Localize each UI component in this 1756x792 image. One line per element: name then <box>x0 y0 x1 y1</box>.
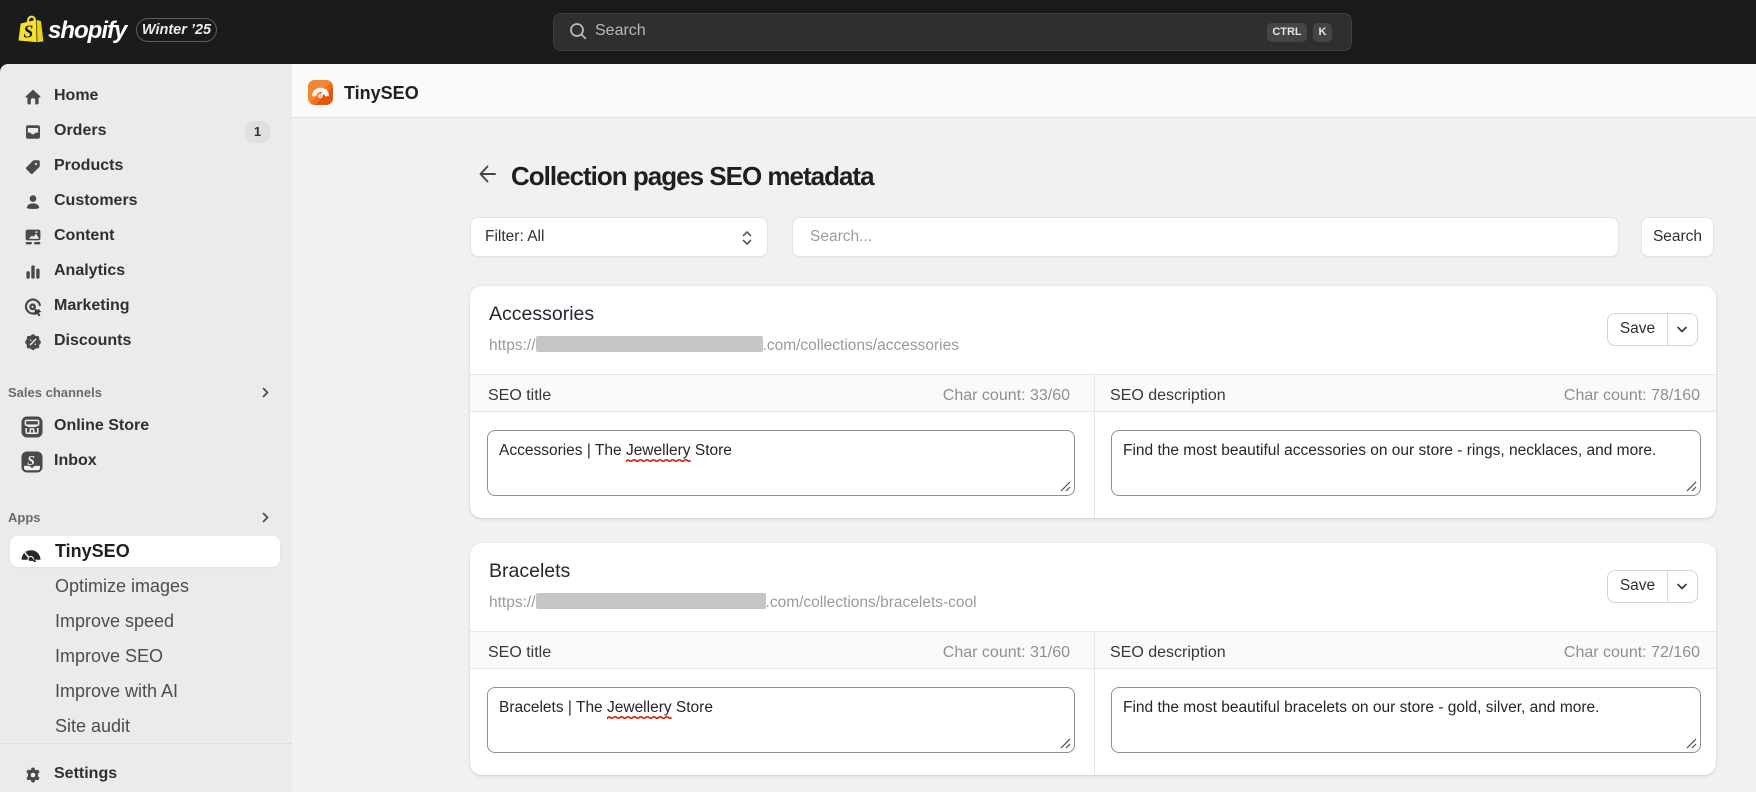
svg-text:S: S <box>23 22 33 42</box>
svg-text:S: S <box>27 453 35 468</box>
